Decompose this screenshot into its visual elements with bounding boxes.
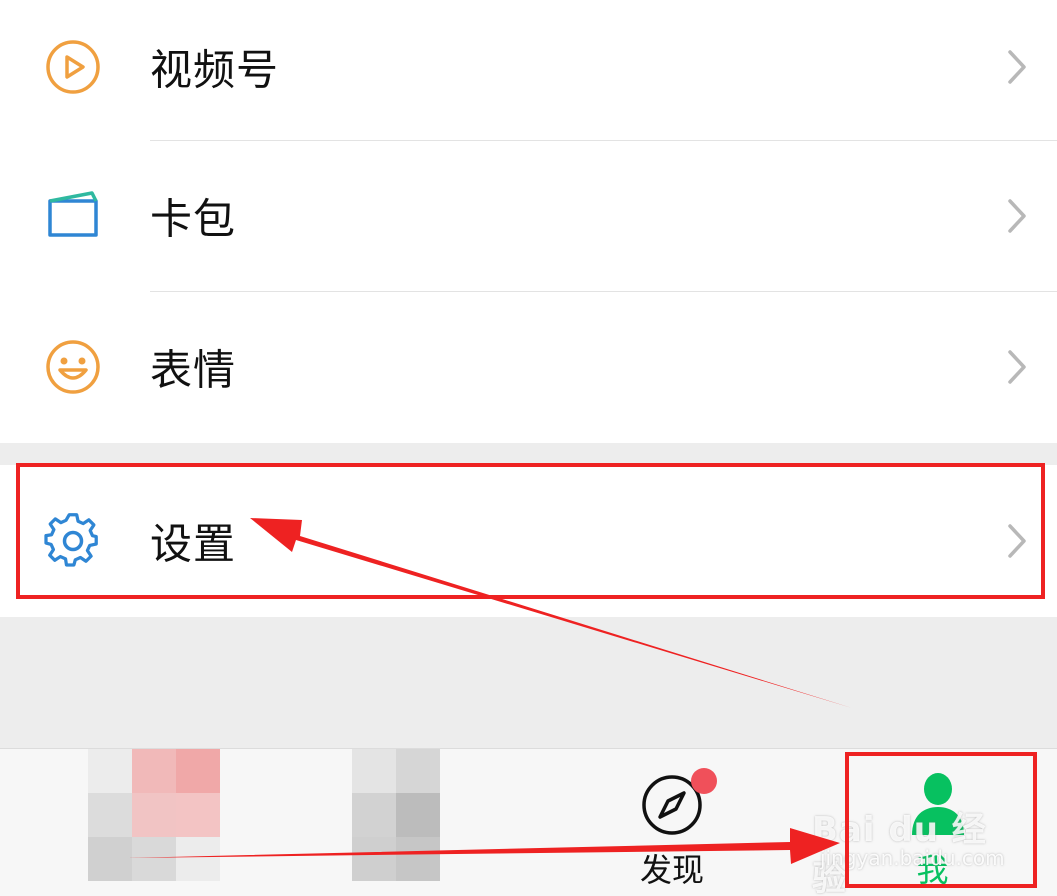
blur-pixel (396, 793, 440, 837)
blur-pixel (396, 749, 440, 793)
gear-icon (44, 513, 98, 567)
chevron-right-icon (1008, 199, 1026, 233)
blur-pixel (352, 793, 396, 837)
blur-pixel (176, 837, 220, 881)
blur-pixel (88, 749, 132, 793)
tab-discover[interactable]: 发现 (540, 749, 804, 896)
menu-item-label: 表情 (150, 345, 237, 395)
menu-item-stickers[interactable]: 表情 (0, 292, 1057, 442)
blur-pixel (132, 749, 176, 793)
menu-item-label: 视频号 (150, 45, 280, 95)
notification-dot (691, 768, 717, 794)
menu-item-settings[interactable]: 设置 (0, 465, 1057, 617)
tab-label: 发现 (639, 851, 704, 889)
chevron-right-icon (1008, 50, 1026, 84)
blur-pixel (352, 749, 396, 793)
menu-group-settings: 设置 (0, 465, 1057, 617)
channels-play-icon (46, 40, 100, 94)
blur-pixel (132, 793, 176, 837)
tab-contacts-blurred[interactable] (264, 749, 528, 896)
smiley-face-icon (46, 340, 100, 394)
tab-label: 我 (916, 851, 949, 889)
menu-item-channels[interactable]: 视频号 (0, 0, 1057, 142)
wechat-me-page: 视频号 卡包 表情 设置 发现 我 Bai du 经验 jingyan.baid… (0, 0, 1057, 896)
card-wallet-icon (48, 191, 98, 237)
blur-pixel (132, 837, 176, 881)
blur-pixel (88, 837, 132, 881)
menu-item-label: 卡包 (150, 194, 237, 244)
menu-item-label: 设置 (150, 519, 237, 569)
person-icon (912, 773, 964, 835)
chevron-right-icon (1008, 524, 1026, 558)
chevron-right-icon (1008, 350, 1026, 384)
menu-group-top: 视频号 卡包 表情 (0, 0, 1057, 443)
blur-pixel (176, 793, 220, 837)
tab-chats-blurred[interactable] (0, 749, 264, 896)
blur-pixel (88, 793, 132, 837)
tab-me[interactable]: 我 (808, 749, 1057, 896)
bottom-tab-bar: 发现 我 (0, 748, 1057, 896)
blur-pixel (396, 837, 440, 881)
blur-pixel (176, 749, 220, 793)
blur-pixel (352, 837, 396, 881)
menu-item-card-wallet[interactable]: 卡包 (0, 141, 1057, 291)
